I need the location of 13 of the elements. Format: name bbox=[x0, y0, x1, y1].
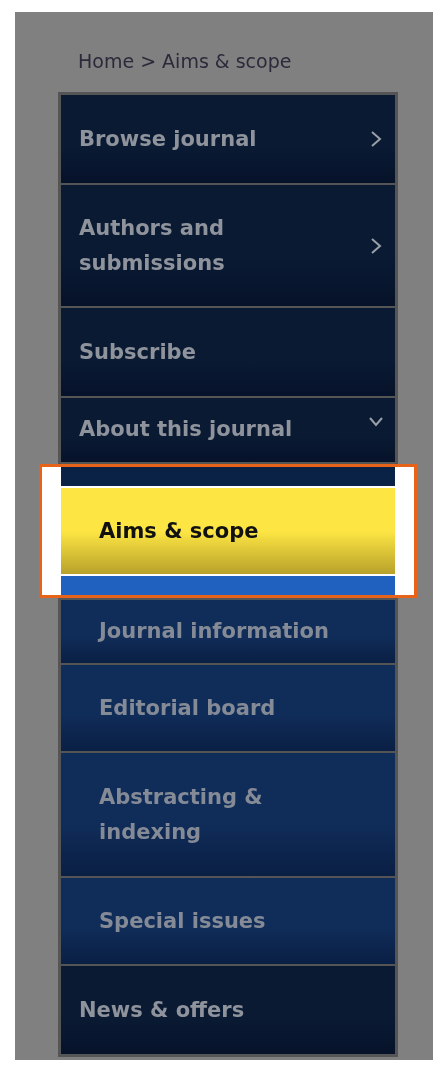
menu-item[interactable]: Browse journal bbox=[61, 95, 395, 183]
menu-item[interactable]: About this journal bbox=[61, 398, 395, 462]
menu-item[interactable]: News & offers bbox=[61, 966, 395, 1054]
submenu-item[interactable]: Journal information bbox=[61, 600, 395, 663]
submenu-item[interactable]: Special issues bbox=[61, 878, 395, 964]
breadcrumb: Home > Aims & scope bbox=[78, 50, 292, 72]
submenu-item[interactable]: Abstracting & indexing bbox=[61, 753, 395, 876]
menu-item[interactable]: Authors and submissions bbox=[61, 185, 395, 306]
chevron-right-icon bbox=[369, 129, 383, 149]
menu-item[interactable]: Subscribe bbox=[61, 308, 395, 396]
chevron-right-icon bbox=[369, 235, 383, 256]
submenu-item[interactable]: Editorial board bbox=[61, 665, 395, 751]
submenu-item[interactable]: Aims & scope bbox=[61, 488, 395, 574]
